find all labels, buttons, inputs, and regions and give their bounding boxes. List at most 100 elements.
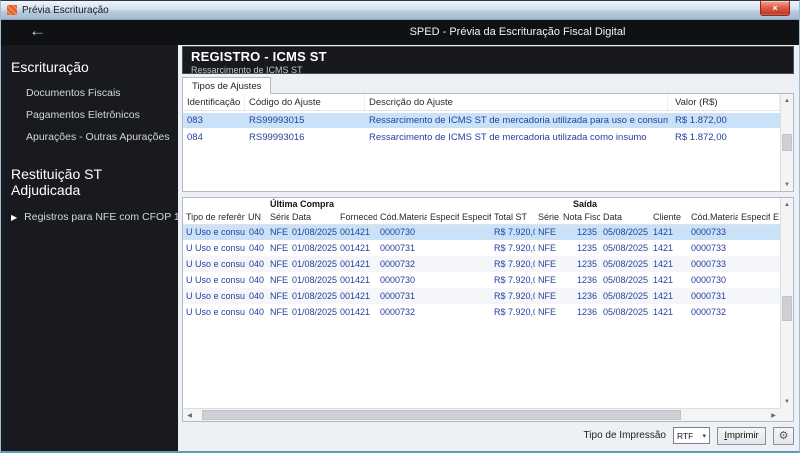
detalhe-row[interactable]: U Uso e consumo040 NFE 01/08/2025001421 000… <box>183 256 780 272</box>
scroll-down-icon[interactable]: ▼ <box>781 395 793 408</box>
col-header[interactable]: E <box>770 210 780 225</box>
detalhe-cell: 0000731 <box>691 291 727 301</box>
detalhe-cell: 0000730 <box>691 275 727 285</box>
detalhe-row[interactable]: U Uso e consumo040 NFE 01/08/2025001421 000… <box>183 224 780 240</box>
detalhe-row[interactable]: U Uso e consumo040 NFE 01/08/2025001421 000… <box>183 304 780 320</box>
detalhes-group-header-row: Última Compra Saída <box>183 198 780 210</box>
detalhe-cell: U Uso e consumo <box>186 227 245 238</box>
window-title: Prévia Escrituração <box>22 4 109 16</box>
sidebar-item-pagamentos-eletronicos[interactable]: Pagamentos Eletrônicos <box>1 104 178 126</box>
detalhe-cell: 001421 <box>340 243 371 253</box>
detalhe-cell: 0000733 <box>691 227 727 238</box>
detalhe-cell: NFE <box>270 307 288 317</box>
ajuste-row[interactable]: 084 RS99993016 Ressarcimento de ICMS ST de… <box>183 130 780 145</box>
detalhe-cell: 01/08/2025 <box>292 291 337 301</box>
detalhe-cell: 0000732 <box>380 259 416 269</box>
sidebar-item-documentos-fiscais[interactable]: Documentos Fiscais <box>1 82 178 104</box>
detalhe-cell <box>459 240 491 256</box>
col-header[interactable]: Especif1 <box>427 210 459 225</box>
page-subtitle: Ressarcimento de ICMS ST <box>191 65 303 75</box>
detalhe-row[interactable]: U Uso e consumo040 NFE 01/08/2025001421 000… <box>183 288 780 304</box>
detalhe-row[interactable]: U Uso e consumo040 NFE 01/08/2025001421 000… <box>183 272 780 288</box>
scroll-up-icon[interactable]: ▲ <box>781 198 793 211</box>
cell-descricao: Ressarcimento de ICMS ST de mercadoria u… <box>369 132 647 143</box>
col-header[interactable]: Cliente <box>650 210 689 225</box>
detalhe-cell: R$ 7.920,00 <box>494 291 535 301</box>
col-header[interactable]: UN <box>245 210 267 225</box>
detalhes-horizontal-scrollbar[interactable]: ◀ ▶ <box>183 408 780 421</box>
col-header[interactable]: Série <box>267 210 289 225</box>
sidebar-item-apuracoes[interactable]: Apurações - Outras Apurações <box>1 126 178 148</box>
col-header[interactable]: Fornecedor <box>337 210 377 225</box>
detalhe-cell: NFE <box>270 291 288 301</box>
detalhe-cell: 001421 <box>340 291 371 301</box>
ajuste-row[interactable]: 083 RS99993015 Ressarcimento de ICMS ST de… <box>183 113 780 128</box>
detalhe-row[interactable]: U Uso e consumo040 NFE 01/08/2025001421 000… <box>183 240 780 256</box>
detalhe-cell: 01/08/2025 <box>292 307 337 317</box>
detalhe-cell: 05/08/2025 <box>603 227 649 238</box>
col-header[interactable]: Total ST <box>491 210 536 225</box>
detalhes-vertical-scrollbar[interactable]: ▲ ▼ <box>780 198 793 408</box>
detalhe-cell: NFE <box>270 275 288 285</box>
tab-tipos-de-ajustes[interactable]: Tipos de Ajustes <box>182 77 272 94</box>
detalhe-cell: 1421 <box>653 227 674 238</box>
col-header[interactable]: Cód.Material <box>377 210 427 225</box>
detalhe-cell: R$ 7.920,00 <box>494 227 535 238</box>
col-header[interactable]: Tipo de referência <box>183 210 245 225</box>
col-header[interactable]: Data <box>600 210 651 225</box>
detalhes-column-header-row: Tipo de referência UN Série Data Fornece… <box>183 210 780 225</box>
group-header-saida: Saída <box>573 199 598 209</box>
scrollbar-corner <box>780 408 793 421</box>
detalhe-cell: 0000731 <box>380 291 416 301</box>
col-header-identificacao[interactable]: Identificação <box>183 94 245 110</box>
scroll-right-icon[interactable]: ▶ <box>767 409 780 421</box>
col-header[interactable]: Nota Fiscal <box>560 210 601 225</box>
detalhe-cell: U Uso e consumo <box>186 259 245 269</box>
detalhe-cell: 001421 <box>340 275 371 285</box>
col-header[interactable]: Especif1 <box>738 210 771 225</box>
scroll-up-icon[interactable]: ▲ <box>781 94 793 107</box>
detalhe-cell <box>738 224 770 240</box>
detalhe-cell: 0000730 <box>380 227 416 238</box>
app-window: Prévia Escrituração × ← SPED - Prévia da… <box>0 0 800 453</box>
titlebar[interactable]: Prévia Escrituração × <box>1 1 799 20</box>
detalhes-table: Última Compra Saída Tipo de referência U… <box>182 197 794 422</box>
settings-button[interactable]: ⚙ <box>773 426 794 445</box>
app-icon <box>7 5 17 15</box>
col-header[interactable]: Especif2 <box>459 210 491 225</box>
col-header-codigo[interactable]: Código do Ajuste <box>245 94 365 110</box>
page-title: REGISTRO - ICMS ST <box>191 49 327 64</box>
detalhe-cell <box>427 288 459 304</box>
detalhe-cell: 001421 <box>340 307 371 317</box>
back-button[interactable]: ← <box>29 21 46 41</box>
col-header[interactable]: Cód.Material <box>688 210 739 225</box>
detalhe-cell: NFE <box>538 259 557 269</box>
sidebar-item-registros-nfe-cfop1603[interactable]: ▶ Registros para NFE com CFOP 1603 <box>1 205 197 229</box>
col-header[interactable]: Série <box>535 210 561 225</box>
cell-codigo: RS99993016 <box>249 132 305 143</box>
detalhe-cell: 001421 <box>340 259 371 269</box>
scroll-down-icon[interactable]: ▼ <box>781 178 793 191</box>
scroll-thumb[interactable] <box>782 133 792 151</box>
col-header-valor[interactable]: Valor (R$) <box>668 94 780 110</box>
scroll-left-icon[interactable]: ◀ <box>183 409 196 421</box>
print-type-select[interactable]: RTF ▾ <box>673 427 710 444</box>
detalhe-cell <box>427 272 459 288</box>
cell-codigo: RS99993015 <box>249 115 305 126</box>
col-header[interactable]: Data <box>289 210 337 225</box>
scroll-thumb[interactable] <box>201 410 682 420</box>
group-header-blank <box>183 198 267 210</box>
print-button[interactable]: Imprimir <box>717 426 766 445</box>
col-header-descricao[interactable]: Descrição do Ajuste <box>365 94 668 110</box>
detalhe-cell: 01/08/2025 <box>292 275 337 285</box>
back-arrow-icon: ← <box>29 21 46 40</box>
detalhe-cell: 0000732 <box>691 307 727 317</box>
scroll-thumb[interactable] <box>782 295 792 322</box>
detalhe-cell: 1421 <box>653 259 674 269</box>
sidebar: Escrituração Documentos Fiscais Pagament… <box>1 45 197 451</box>
sidebar-item-label: Registros para NFE com CFOP 1603 <box>24 211 198 223</box>
detalhe-cell: 01/08/2025 <box>292 227 337 238</box>
ajustes-vertical-scrollbar[interactable]: ▲ ▼ <box>780 94 793 191</box>
close-button[interactable]: × <box>760 1 790 16</box>
ajustes-table-header: Identificação Código do Ajuste Descrição… <box>183 94 780 111</box>
